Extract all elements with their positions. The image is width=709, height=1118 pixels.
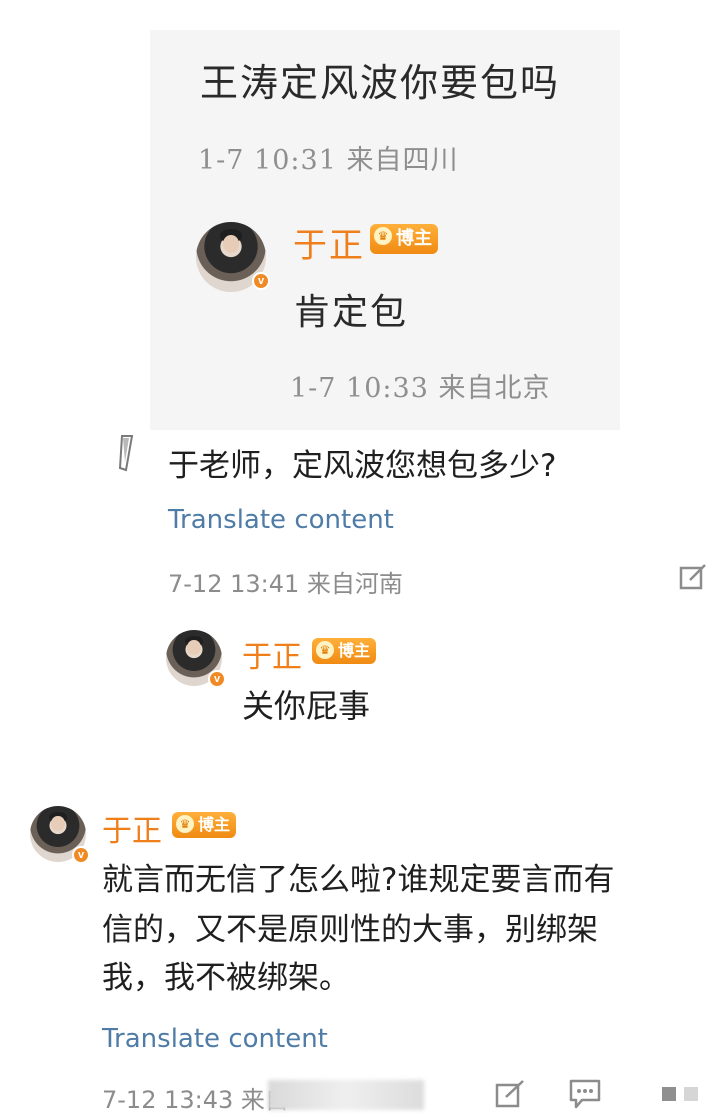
watermark-blur [268,1080,424,1110]
comment-time: 7-12 13:43 来自 [102,1086,289,1114]
blogger-badge: ♛ 博主 [370,224,438,254]
comment-author[interactable]: 于正 [102,806,162,850]
screenshot-comment-time: 1-7 10:31 来自四川 [198,145,459,176]
screenshot-reply-time: 1-7 10:33 来自北京 [290,373,551,404]
share-edit-icon[interactable] [678,562,708,592]
comment-icon[interactable] [568,1078,602,1110]
comment-text: 于老师，定风波您想包多少? [168,448,557,484]
thumbnail-image[interactable] [116,434,134,472]
comment-avatar[interactable]: v [30,806,90,864]
verified-icon: v [252,272,270,290]
crown-icon: ♛ [316,641,334,659]
screenshot-comment-text: 王涛定风波你要包吗 [200,61,561,105]
share-edit-icon[interactable] [494,1078,526,1110]
comment-time: 7-12 13:41 来自河南 [168,570,403,598]
reply-text: 关你屁事 [242,687,371,725]
crown-icon: ♛ [374,227,392,245]
crown-icon: ♛ [176,815,194,833]
blogger-badge: ♛ 博主 [312,638,377,664]
reply-author[interactable]: 于正 [242,632,302,676]
comment-text-line3: 我，我不被绑架。 [102,960,350,996]
screenshot-reply-avatar: v [196,222,270,292]
comment-text-line1: 就言而无信了怎么啦?谁规定要言而有 [102,862,615,898]
reply-avatar[interactable]: v [166,630,226,688]
more-icon[interactable] [660,1084,704,1106]
translate-content-link[interactable]: Translate content [102,1024,328,1054]
screenshot-reply-author: 于正 [293,226,365,266]
translate-content-link[interactable]: Translate content [168,505,394,535]
verified-icon: v [208,670,226,688]
blogger-badge: ♛ 博主 [172,812,237,838]
verified-icon: v [72,846,90,864]
screenshot-reply-text: 肯定包 [294,292,409,333]
comment-text-line2: 信的，又不是原则性的大事，别绑架 [102,912,598,948]
